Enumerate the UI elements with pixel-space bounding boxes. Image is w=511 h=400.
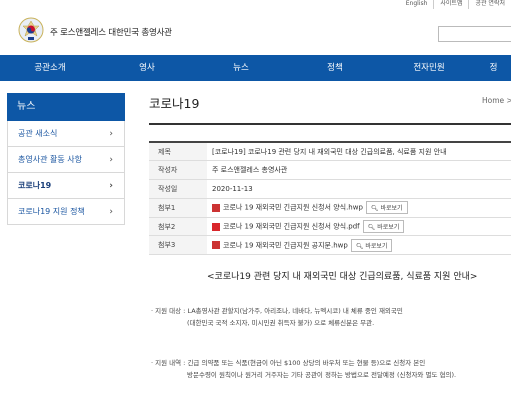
sidebar-item-covid19-support[interactable]: 코로나19 지원 정책 › xyxy=(7,199,125,225)
sidebar-item-label: 공관 새소식 xyxy=(18,129,58,138)
sidebar-item-activities[interactable]: 총영사관 활동 사항 › xyxy=(7,147,125,173)
main-nav: 공관소개 영사 뉴스 정책 전자민원 정 xyxy=(0,55,511,81)
chevron-right-icon: › xyxy=(109,206,113,217)
table-row: 작성일 2020-11-13 xyxy=(149,179,511,199)
row-label: 첨부2 xyxy=(149,217,207,236)
sidebar-item-news[interactable]: 공관 새소식 › xyxy=(7,121,125,147)
attachment-link[interactable]: 코로나 19 재외국민 긴급지원 공지문.hwp xyxy=(223,241,348,249)
row-label: 작성일 xyxy=(149,179,207,199)
title-divider xyxy=(149,123,511,125)
sidebar-item-label: 코로나19 지원 정책 xyxy=(18,207,85,216)
row-label: 제목 xyxy=(149,142,207,161)
magnifier-icon: 🔍︎ xyxy=(367,224,376,232)
row-label: 첨부1 xyxy=(149,198,207,218)
row-label: 첨부3 xyxy=(149,235,207,255)
table-row: 첨부2 코로나 19 재외국민 긴급지원 신청서 양식.pdf 🔍︎ 바로보기 xyxy=(149,217,511,236)
sitemap-link[interactable]: 사이트맵 xyxy=(433,0,468,9)
pdf-file-icon xyxy=(212,222,220,231)
attachment-link[interactable]: 코로나 19 재외국민 긴급지원 신청서 양식.pdf xyxy=(223,223,360,231)
site-title[interactable]: 주 로스앤젤레스 대한민국 총영사관 xyxy=(50,26,172,38)
table-row: 첨부1 코로나 19 재외국민 긴급지원 신청서 양식.hwp 🔍︎ 바로보기 xyxy=(149,198,511,218)
hwp-file-icon xyxy=(212,241,220,250)
preview-button-label: 바로보기 xyxy=(380,205,403,213)
nav-item-news[interactable]: 뉴스 xyxy=(194,55,288,81)
table-row: 작성자 주 로스앤젤레스 총영사관 xyxy=(149,160,511,180)
sidebar-title: 뉴스 xyxy=(7,93,125,121)
attachment-cell: 코로나 19 재외국민 긴급지원 신청서 양식.pdf 🔍︎ 바로보기 xyxy=(207,217,511,236)
notice-heading: <코로나19 관련 당지 내 재외국민 대상 긴급의료품, 식료품 지원 안내> xyxy=(207,272,478,282)
preview-button-label: 바로보기 xyxy=(377,224,400,232)
date-value: 2020-11-13 xyxy=(212,184,253,193)
table-row: 제목 [코로나19] 코로나19 관련 당지 내 재외국민 대상 긴급의료품, … xyxy=(149,142,511,161)
table-row: 첨부3 코로나 19 재외국민 긴급지원 공지문.hwp 🔍︎ 바로보기 xyxy=(149,235,511,255)
attachment-link[interactable]: 코로나 19 재외국민 긴급지원 신청서 양식.hwp xyxy=(223,204,363,212)
preview-button[interactable]: 🔍︎ 바로보기 xyxy=(362,220,405,234)
preview-button[interactable]: 🔍︎ 바로보기 xyxy=(365,201,408,215)
chevron-right-icon: › xyxy=(109,128,113,139)
nav-item-more[interactable]: 정 xyxy=(476,55,511,81)
chevron-right-icon: › xyxy=(109,154,113,165)
post-info-table: 제목 [코로나19] 코로나19 관련 당지 내 재외국민 대상 긴급의료품, … xyxy=(149,141,511,255)
sidebar-item-label: 코로나19 xyxy=(18,181,52,190)
site-header: 주 로스앤젤레스 대한민국 총영사관 xyxy=(0,10,511,55)
author-value: 주 로스앤젤레스 총영사관 xyxy=(212,166,288,175)
utility-links: English 사이트맵 공관 연락처 xyxy=(400,0,511,9)
support-target-line-cont: (대한민국 국적 소지자, 미시민권 취득자 불가) 으로 체류신분은 무관. xyxy=(187,319,375,327)
sidebar-item-label: 총영사관 활동 사항 xyxy=(18,155,82,164)
chevron-right-icon: › xyxy=(109,180,113,191)
support-detail-line-cont: 방문수령이 원칙이나 원거리 거주자는 기타 공관이 정하는 방법으로 전달예정… xyxy=(187,371,457,379)
sidebar: 뉴스 공관 새소식 › 총영사관 활동 사항 › 코로나19 › 코로나19 지… xyxy=(7,93,125,225)
preview-button[interactable]: 🔍︎ 바로보기 xyxy=(350,238,393,252)
attachment-cell: 코로나 19 재외국민 긴급지원 신청서 양식.hwp 🔍︎ 바로보기 xyxy=(207,198,511,217)
magnifier-icon: 🔍︎ xyxy=(370,205,379,213)
english-link[interactable]: English xyxy=(400,0,434,9)
breadcrumb[interactable]: Home > xyxy=(482,96,511,105)
hwp-file-icon xyxy=(212,203,220,212)
attachment-cell: 코로나 19 재외국민 긴급지원 공지문.hwp 🔍︎ 바로보기 xyxy=(207,236,511,255)
search-input[interactable] xyxy=(438,26,511,42)
sidebar-item-covid19[interactable]: 코로나19 › xyxy=(7,173,125,199)
nav-item-policy[interactable]: 정책 xyxy=(288,55,382,81)
contact-link[interactable]: 공관 연락처 xyxy=(468,0,511,9)
page-title: 코로나19 xyxy=(149,96,200,111)
utility-bar: English 사이트맵 공관 연락처 xyxy=(0,0,511,10)
nav-item-consular[interactable]: 영사 xyxy=(100,55,194,81)
post-title-value: [코로나19] 코로나19 관련 당지 내 재외국민 대상 긴급의료품, 식료품… xyxy=(212,147,447,156)
support-target-line: · 지원 대상 : LA총영사관 관할지(남가주, 아리조나, 네바다, 뉴멕시… xyxy=(151,307,403,315)
nav-item-about[interactable]: 공관소개 xyxy=(0,55,100,81)
magnifier-icon: 🔍︎ xyxy=(355,242,364,250)
support-detail-line: · 지원 내역 : 긴급 의약품 또는 식품(현금이 아닌 $100 상당의 바… xyxy=(151,359,426,367)
row-label: 작성자 xyxy=(149,160,207,180)
government-emblem-icon[interactable] xyxy=(18,17,44,43)
nav-item-e-civil[interactable]: 전자민원 xyxy=(382,55,476,81)
preview-button-label: 바로보기 xyxy=(365,242,388,250)
